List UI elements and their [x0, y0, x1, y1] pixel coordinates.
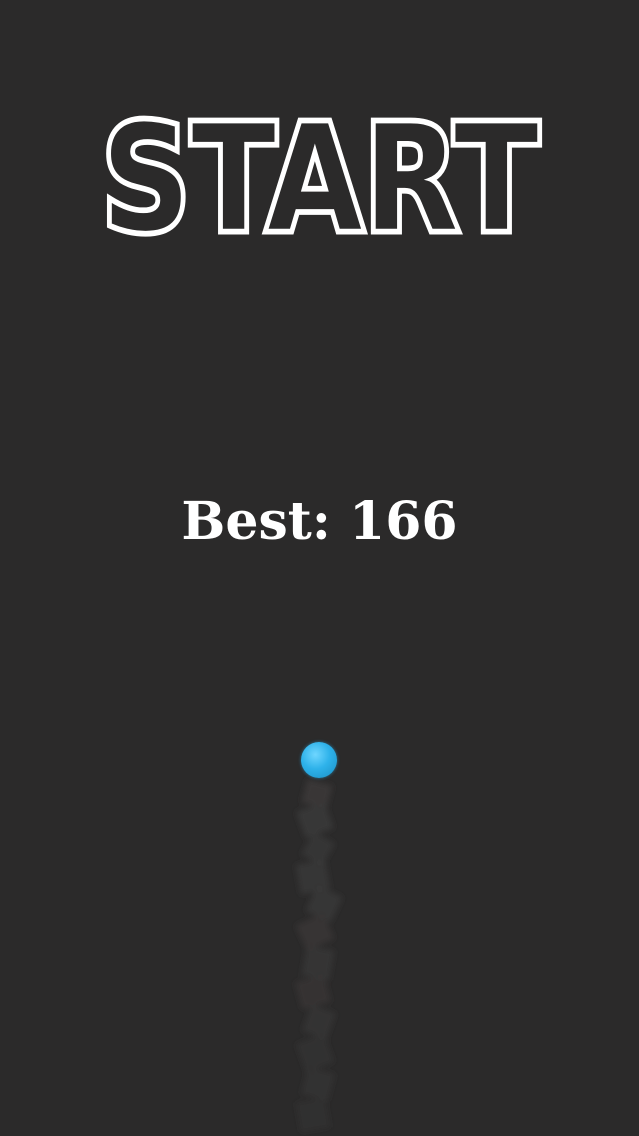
trail-puff — [295, 1033, 335, 1073]
trail-puff — [295, 1097, 331, 1133]
start-title-inner-line: START — [101, 95, 539, 245]
trail-puff — [301, 945, 335, 981]
trail-puff — [295, 912, 335, 952]
trail-puff — [296, 801, 334, 839]
trail-puff — [300, 1066, 336, 1102]
start-button[interactable]: START START — [0, 95, 639, 245]
trail-puff — [301, 831, 335, 867]
trail-puff — [305, 885, 343, 923]
trail-puff — [301, 779, 333, 809]
game-screen[interactable]: START START Best: 166 — [0, 0, 639, 1136]
trail-puff — [294, 974, 332, 1010]
trail-puff — [301, 1004, 337, 1040]
player-ball[interactable] — [301, 742, 337, 778]
trail-puff — [295, 859, 331, 895]
start-title-graphic: START START — [97, 95, 544, 245]
best-score-label: Best: 166 — [181, 491, 458, 552]
